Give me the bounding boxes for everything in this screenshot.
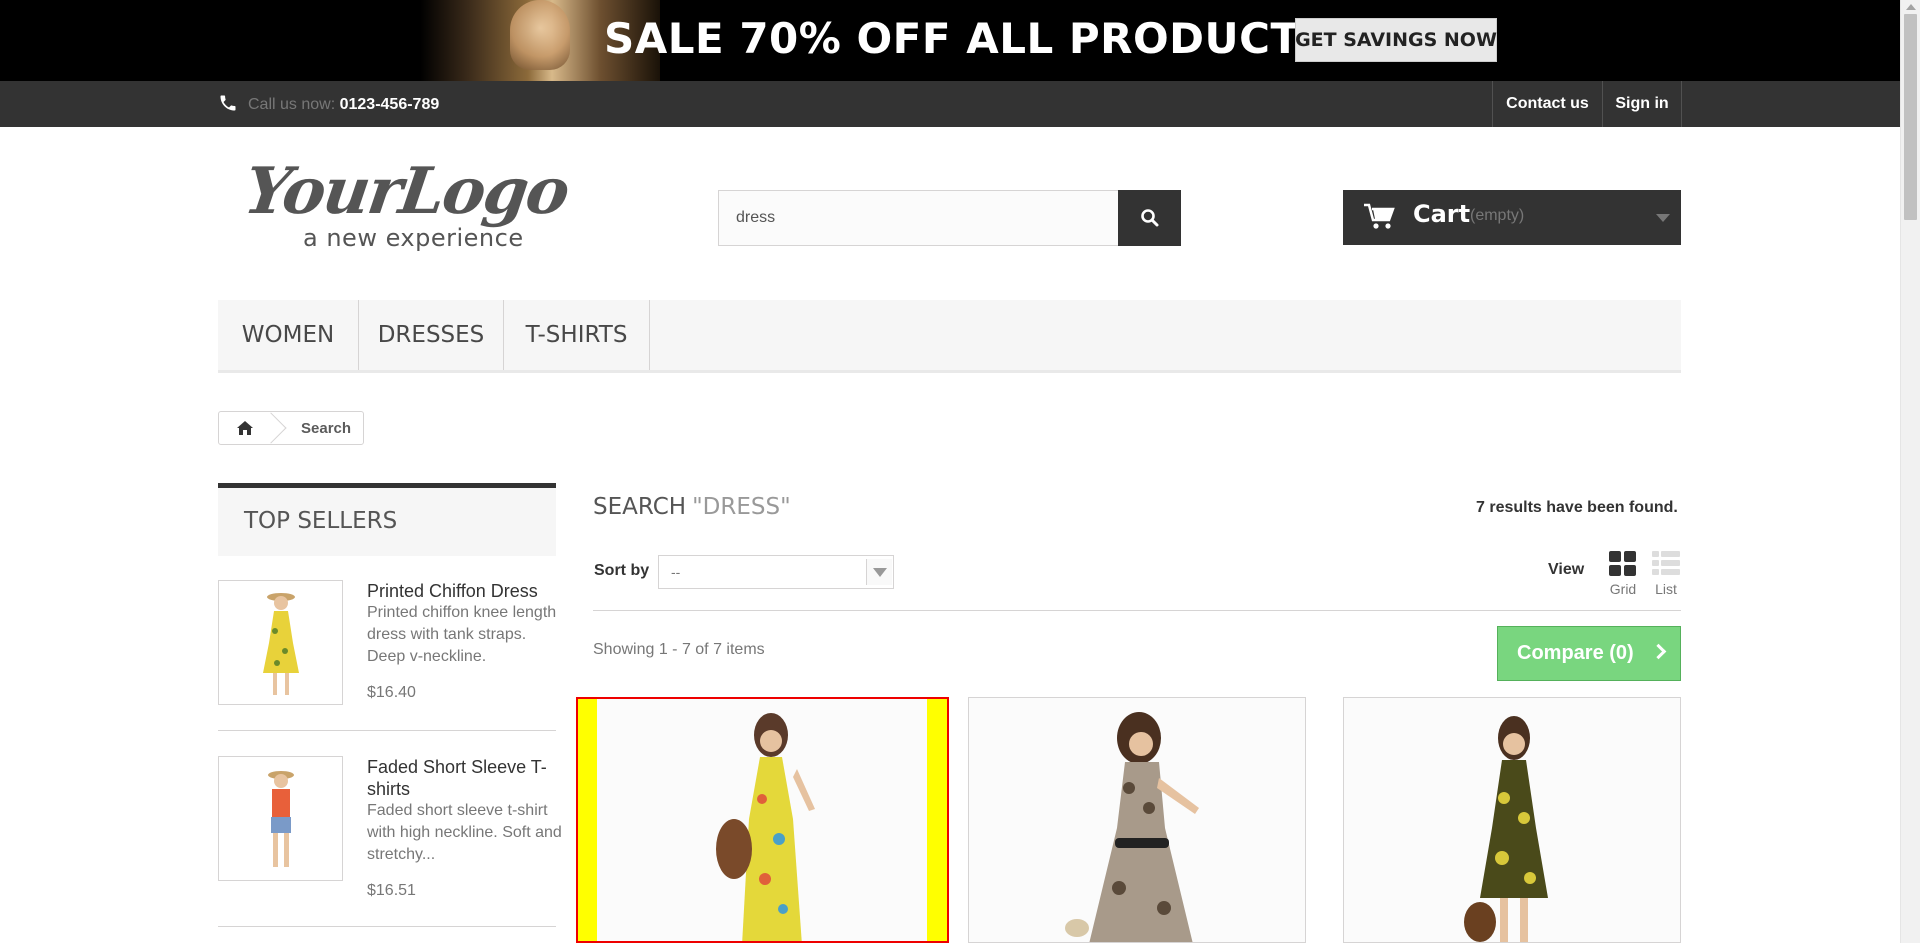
get-savings-button[interactable]: GET SAVINGS NOW — [1295, 18, 1497, 62]
search-icon — [1140, 209, 1158, 227]
page-scrollbar[interactable] — [1900, 0, 1920, 943]
menu-item-tshirts[interactable]: T-SHIRTS — [504, 300, 650, 370]
phone-icon — [220, 95, 236, 111]
product-price: $16.51 — [367, 882, 416, 899]
shopping-cart-icon — [1364, 203, 1395, 229]
call-label: Call us now: — [248, 96, 336, 113]
menu-item-dresses[interactable]: DRESSES — [359, 300, 504, 370]
logo-tagline: a new experience — [303, 224, 524, 252]
breadcrumb-current: Search — [301, 420, 352, 437]
search-input-value: dress — [736, 209, 776, 226]
breadcrumb: Search — [218, 411, 364, 445]
list-view-icon[interactable] — [1651, 550, 1681, 578]
call-us-text: Call us now: 0123-456-789 — [248, 96, 439, 114]
product-description: Printed chiffon knee length dress with t… — [367, 604, 557, 665]
printed-dress-image[interactable] — [969, 698, 1306, 943]
chevron-down-icon[interactable] — [866, 559, 892, 585]
cart-status: (empty) — [1470, 207, 1525, 224]
sort-by-label: Sort by — [594, 562, 650, 579]
cart-dropdown-caret-icon[interactable] — [1656, 214, 1670, 222]
product-card[interactable] — [968, 697, 1306, 943]
product-image-frame — [597, 699, 927, 943]
grid-view-label[interactable]: Grid — [1608, 581, 1638, 597]
compare-button[interactable]: Compare (0) — [1497, 626, 1681, 681]
sidebar-divider — [218, 730, 556, 731]
chevron-right-icon — [1650, 643, 1667, 660]
contact-us-link[interactable]: Contact us — [1492, 81, 1602, 127]
cart-button[interactable]: Cart (empty) — [1343, 190, 1681, 245]
orange-tshirt-image — [219, 757, 342, 880]
search-query-label: "DRESS" — [692, 494, 791, 520]
page-title: SEARCH "DRESS" — [593, 494, 791, 520]
printed-chiffon-dress-image[interactable] — [1344, 698, 1681, 943]
product-thumbnail[interactable] — [218, 580, 343, 705]
product-card[interactable] — [1343, 697, 1681, 943]
scroll-thumb[interactable] — [1904, 14, 1917, 220]
product-price: $16.40 — [367, 684, 416, 701]
sidebar-divider — [218, 926, 556, 927]
product-name-link[interactable]: Faded Short Sleeve T-shirts — [367, 756, 562, 800]
product-thumbnail[interactable] — [218, 756, 343, 881]
banner-model-face — [510, 0, 570, 70]
top-sellers-header: TOP SELLERS — [218, 483, 556, 556]
sort-select-value: -- — [671, 564, 681, 580]
store-logo[interactable]: YourLogo a new experience — [240, 154, 605, 259]
product-description: Faded short sleeve t-shirt with high nec… — [367, 802, 562, 863]
grid-view-icon[interactable] — [1608, 550, 1638, 578]
search-input[interactable]: dress — [718, 190, 1119, 246]
product-card-highlighted[interactable] — [576, 697, 949, 943]
sign-in-link[interactable]: Sign in — [1602, 81, 1682, 127]
sort-select[interactable]: -- — [658, 555, 894, 589]
phone-number: 0123-456-789 — [339, 96, 440, 113]
product-name-link[interactable]: Printed Chiffon Dress — [367, 580, 562, 602]
promo-banner[interactable]: SALE 70% OFF ALL PRODUCTS GET SAVINGS NO… — [0, 0, 1900, 81]
showing-items-text: Showing 1 - 7 of 7 items — [593, 641, 765, 658]
menu-item-women[interactable]: WOMEN — [218, 300, 359, 370]
home-icon — [237, 421, 253, 435]
printed-summer-dress-image[interactable] — [597, 699, 927, 943]
list-view-label[interactable]: List — [1651, 581, 1681, 597]
compare-label: Compare (0) — [1517, 642, 1634, 664]
content-divider — [593, 610, 1681, 611]
view-label: View — [1548, 561, 1585, 578]
scroll-up-arrow-icon[interactable] — [1906, 4, 1916, 10]
search-heading-label: SEARCH — [593, 494, 687, 520]
logo-wordmark: YourLogo — [239, 154, 573, 229]
results-count: 7 results have been found. — [1476, 499, 1678, 516]
search-button[interactable] — [1118, 190, 1181, 246]
banner-headline: SALE 70% OFF ALL PRODUCTS — [604, 14, 1331, 63]
yellow-dress-image — [219, 581, 342, 704]
cart-label: Cart — [1413, 200, 1471, 228]
top-sellers-title[interactable]: TOP SELLERS — [244, 508, 397, 534]
